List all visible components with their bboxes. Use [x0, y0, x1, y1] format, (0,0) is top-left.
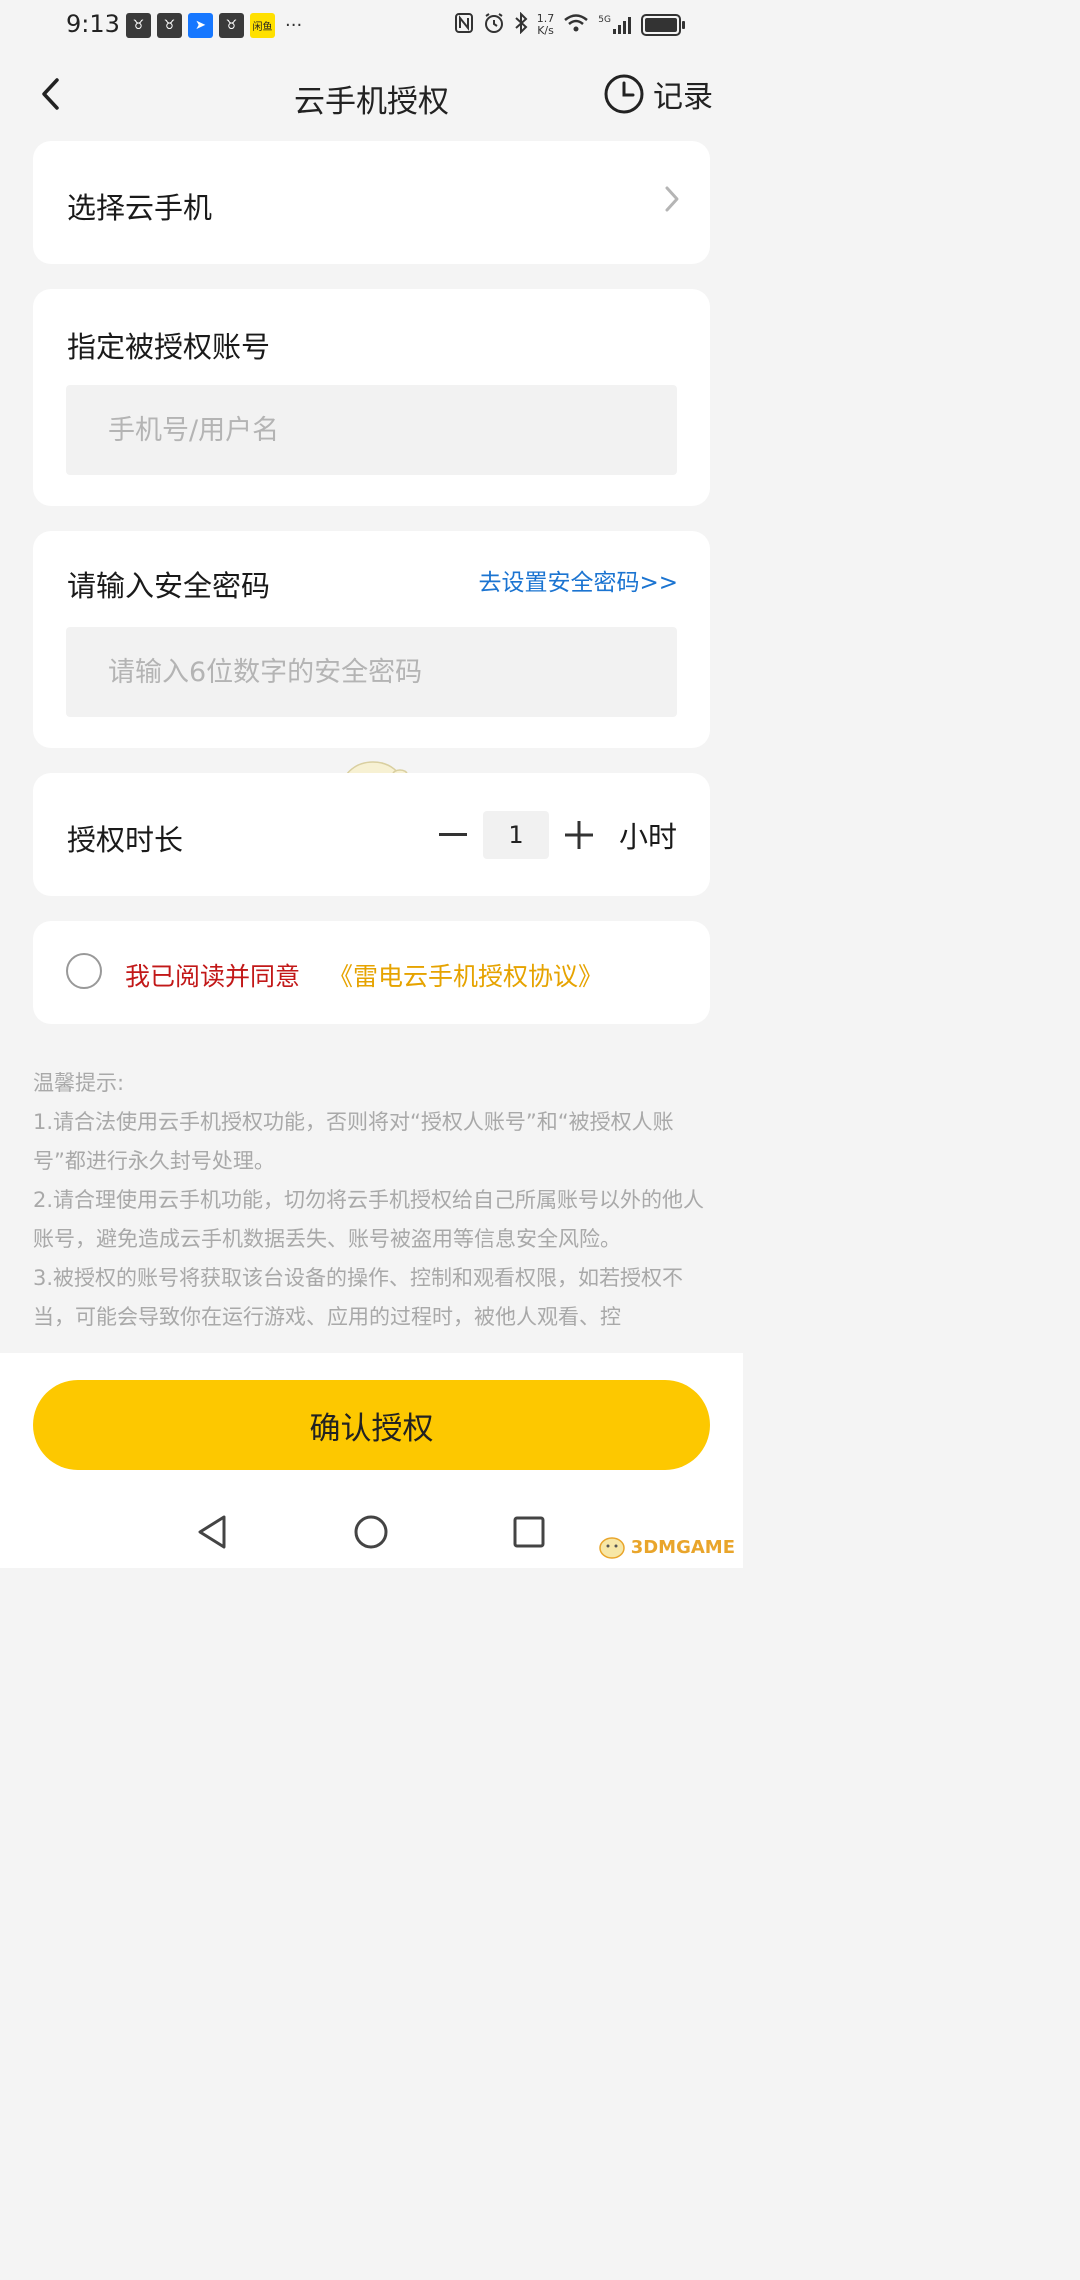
- nfc-icon: [454, 12, 474, 38]
- record-button[interactable]: 记录: [603, 72, 713, 116]
- decrease-button[interactable]: [433, 809, 473, 861]
- status-time: 9:13: [66, 10, 120, 38]
- nav-back-button[interactable]: [190, 1510, 234, 1554]
- notification-icons: ♉ ♉ ➤ ♉ 闲鱼 ···: [126, 13, 302, 38]
- agree-checkbox[interactable]: [66, 953, 102, 989]
- password-input-box: [66, 627, 677, 717]
- account-input-box: [66, 385, 677, 475]
- tips-section: 温馨提示: 1.请合法使用云手机授权功能，否则将对“授权人账号”和“被授权人账号…: [33, 1064, 713, 1337]
- watermark-text: 3DMGAME: [630, 1536, 735, 1558]
- duration-stepper: 1 小时: [433, 809, 677, 861]
- signal-icon: 5G: [598, 15, 632, 35]
- app-notification-icon: ♉: [219, 13, 244, 38]
- agreement-card: 我已阅读并同意 《雷电云手机授权协议》: [33, 921, 710, 1024]
- wifi-icon: [563, 13, 589, 37]
- clock-icon: [604, 74, 644, 114]
- square-recents-icon: [513, 1516, 545, 1548]
- confirm-authorize-button[interactable]: 确认授权: [33, 1380, 710, 1470]
- account-card: 指定被授权账号: [33, 289, 710, 506]
- duration-card: 授权时长 1 小时: [33, 773, 710, 896]
- back-button[interactable]: [30, 70, 70, 118]
- account-input[interactable]: [66, 385, 677, 475]
- top-app-bar: 云手机授权 记录: [0, 58, 743, 134]
- agreement-link[interactable]: 《雷电云手机授权协议》: [328, 957, 603, 993]
- chevron-right-icon: [665, 186, 679, 212]
- nav-recents-button[interactable]: [507, 1510, 551, 1554]
- battery-icon: [641, 14, 685, 36]
- watermark: 3DMGAME: [597, 1534, 735, 1560]
- nav-home-button[interactable]: [349, 1510, 393, 1554]
- set-password-link[interactable]: 去设置安全密码>>: [478, 563, 678, 597]
- minus-icon: [438, 833, 467, 836]
- net-speed-unit: K/s: [537, 24, 554, 37]
- account-label: 指定被授权账号: [67, 330, 271, 364]
- duration-label: 授权时长: [67, 823, 184, 857]
- circle-home-icon: [354, 1515, 388, 1549]
- tips-line: 1.请合法使用云手机授权功能，否则将对“授权人账号”和“被授权人账号”都进行永久…: [33, 1110, 674, 1173]
- net-speed: 1.7 K/s: [537, 13, 555, 37]
- password-card: 请输入安全密码 去设置安全密码>>: [33, 531, 710, 748]
- watermark-logo-icon: [598, 1537, 625, 1559]
- duration-unit: 小时: [618, 820, 677, 854]
- duration-value[interactable]: 1: [482, 811, 549, 859]
- increase-button[interactable]: [559, 809, 599, 861]
- alarm-icon: [483, 12, 505, 38]
- record-label: 记录: [653, 80, 713, 115]
- chevron-left-icon: [42, 78, 59, 110]
- app-notification-icon: ➤: [188, 13, 213, 38]
- triangle-back-icon: [198, 1515, 226, 1549]
- status-bar: 9:13 ♉ ♉ ➤ ♉ 闲鱼 ··· 1.7 K/s 5G: [0, 0, 743, 50]
- tips-title: 温馨提示:: [33, 1071, 125, 1095]
- app-notification-icon: ♉: [157, 13, 182, 38]
- system-status-icons: 1.7 K/s 5G: [454, 11, 685, 38]
- network-type: 5G: [598, 15, 611, 25]
- agree-text: 我已阅读并同意: [125, 962, 301, 991]
- password-label: 请输入安全密码: [67, 569, 271, 603]
- bluetooth-icon: [514, 11, 528, 38]
- more-notifications-icon: ···: [285, 15, 303, 36]
- app-notification-icon: ♉: [126, 13, 151, 38]
- password-input[interactable]: [66, 627, 677, 717]
- tips-line: 2.请合理使用云手机功能，切勿将云手机授权给自己所属账号以外的他人账号，避免造成…: [33, 1188, 705, 1251]
- xianyu-app-icon: 闲鱼: [250, 13, 275, 38]
- plus-icon: [564, 821, 593, 849]
- tips-line: 3.被授权的账号将获取该台设备的操作、控制和观看权限，如若授权不当，可能会导致你…: [33, 1266, 684, 1329]
- select-cloud-phone-label: 选择云手机: [67, 191, 213, 225]
- select-cloud-phone-row[interactable]: 选择云手机: [33, 141, 710, 264]
